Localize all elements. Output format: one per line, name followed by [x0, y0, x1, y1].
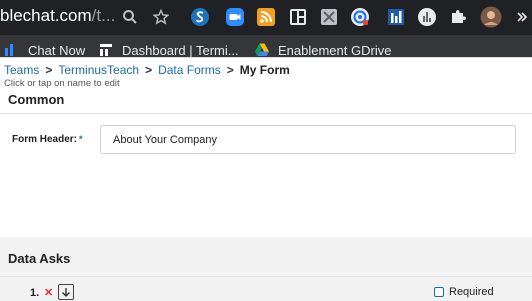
data-ask-item: 1. ✕ Required — [0, 284, 532, 301]
address-bar[interactable]: blechat.com/t... — [0, 6, 115, 26]
section-divider — [0, 276, 532, 277]
rss-feed-icon[interactable] — [256, 7, 276, 27]
image-extension-icon[interactable] — [319, 7, 339, 27]
required-marker: * — [79, 134, 83, 144]
form-header-label: Form Header: * — [12, 134, 83, 145]
url-path-text: /t... — [91, 6, 116, 25]
breadcrumb-separator: > — [145, 63, 153, 77]
form-header-label-text: Form Header: — [12, 134, 78, 145]
extensions-puzzle-icon[interactable] — [448, 7, 468, 27]
breadcrumb-teams[interactable]: Teams — [4, 63, 39, 77]
edit-name-hint: Click or tap on name to edit — [4, 78, 120, 89]
bookmark-label: Chat Now — [28, 42, 86, 58]
data-asks-section-title: Data Asks — [8, 251, 71, 266]
search-icon[interactable] — [120, 7, 140, 27]
breadcrumb-data-forms[interactable]: Data Forms — [158, 63, 221, 77]
required-checkbox-label: Required — [449, 286, 494, 298]
breadcrumb: Teams > TerminusTeach > Data Forms > My Form — [4, 63, 290, 77]
breadcrumb-terminusteach[interactable]: TerminusTeach — [58, 63, 139, 77]
move-down-button[interactable] — [58, 284, 74, 300]
more-bookmarks-icon[interactable] — [512, 7, 532, 27]
profile-avatar[interactable] — [480, 6, 502, 28]
zoom-icon[interactable] — [225, 7, 245, 27]
form-header-input[interactable] — [100, 125, 516, 154]
form-name-title[interactable]: My Form — [240, 63, 290, 77]
analytics-extension-icon[interactable] — [417, 7, 437, 27]
bookmark-label: Dashboard | Termi... — [122, 42, 239, 58]
google-drive-icon — [254, 42, 270, 58]
breadcrumb-separator: > — [45, 63, 53, 77]
section-divider — [0, 113, 532, 114]
browser-toolbar: blechat.com/t... — [0, 0, 532, 35]
layout-extension-icon[interactable] — [288, 7, 308, 27]
arrow-down-icon — [62, 288, 70, 297]
common-section-title: Common — [8, 92, 65, 107]
extension-s-icon[interactable] — [190, 7, 210, 27]
terminus-bookmark-icon — [98, 42, 114, 58]
chat-bookmark-icon — [4, 42, 20, 58]
bookmark-label: Enablement GDrive — [278, 42, 392, 58]
at-sign-extension-icon[interactable] — [350, 7, 370, 27]
required-checkbox[interactable] — [434, 287, 444, 297]
bookmark-star-icon[interactable] — [151, 7, 171, 27]
terminus-extension-icon[interactable] — [386, 7, 406, 27]
remove-data-ask-button[interactable]: ✕ — [44, 286, 53, 299]
url-text: blechat.com — [0, 6, 92, 25]
data-ask-number: 1. — [30, 287, 40, 299]
breadcrumb-separator: > — [226, 63, 234, 77]
